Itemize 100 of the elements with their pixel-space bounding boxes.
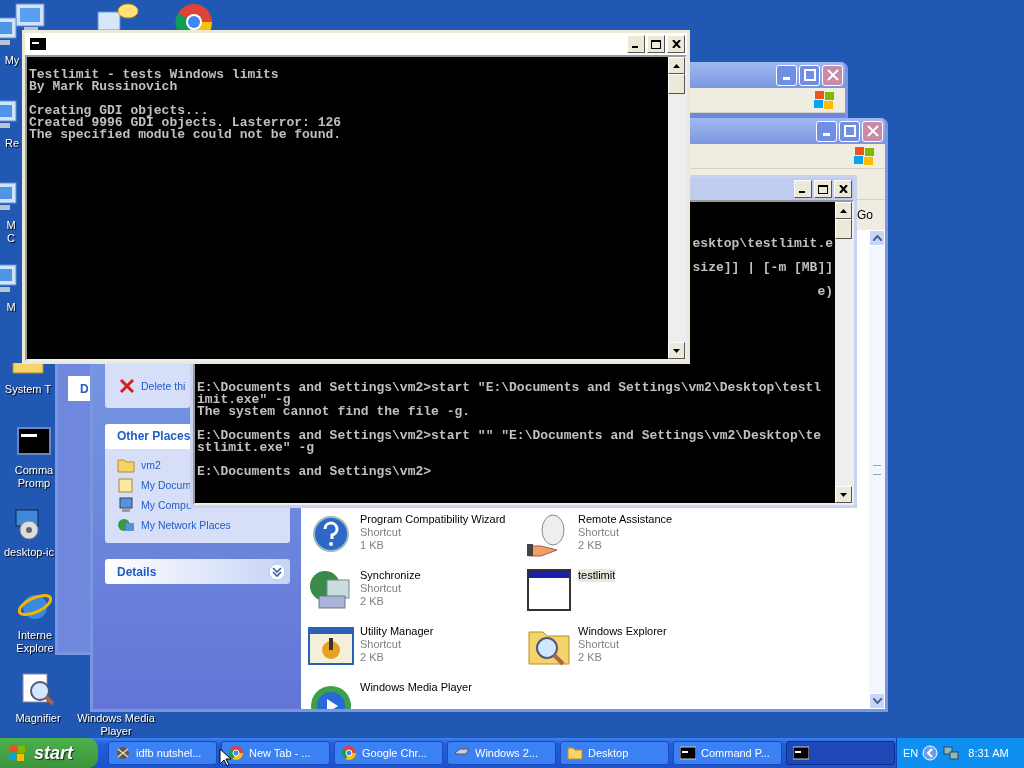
delete-x-icon <box>119 378 135 394</box>
chevron-left-icon[interactable] <box>922 745 939 761</box>
desktop-icon-label[interactable]: Comma Promp <box>14 464 54 490</box>
desktop-icon-label[interactable]: My <box>4 54 20 67</box>
scroll-up-button[interactable] <box>668 57 685 74</box>
file-size: 2 KB <box>578 651 603 664</box>
console-line: e) <box>817 286 833 298</box>
folder-icon <box>567 745 583 761</box>
magnifier-icon[interactable] <box>21 672 55 706</box>
chat-computer-icon[interactable] <box>96 2 140 32</box>
browser-icon <box>341 745 357 761</box>
console-icon[interactable] <box>17 424 51 458</box>
scroll-thumb[interactable] <box>835 219 852 239</box>
language-indicator[interactable]: EN <box>903 747 919 759</box>
console-icon <box>680 745 696 761</box>
mouse-cursor-icon <box>219 748 231 767</box>
details-header[interactable]: D <box>68 376 90 401</box>
computer-icon[interactable] <box>0 14 20 48</box>
file-size: 1 KB <box>360 539 385 552</box>
details-header[interactable]: Details <box>105 559 290 584</box>
file-name[interactable]: Remote Assistance <box>578 513 673 526</box>
maximize-icon <box>843 125 856 137</box>
taskbar-button[interactable] <box>786 741 895 765</box>
console-line: imit.exe" -g <box>197 394 291 406</box>
windows-logo-icon <box>8 744 28 762</box>
scrollbar[interactable] <box>835 202 852 503</box>
maximize-icon <box>651 39 661 49</box>
desktop-icon-label[interactable]: System T <box>4 383 52 396</box>
console-line: The specified module could not be found. <box>29 129 343 141</box>
scroll-down-button[interactable] <box>869 693 885 709</box>
scroll-up-button[interactable] <box>869 230 885 246</box>
details-title: Details <box>117 564 157 579</box>
scrollbar[interactable] <box>668 57 685 359</box>
window-icon[interactable] <box>525 566 573 614</box>
close-icon <box>671 40 681 48</box>
file-name[interactable]: Program Compatibility Wizard <box>360 513 506 526</box>
desktop-icon-label[interactable]: desktop-ic <box>3 546 55 559</box>
folder-icon <box>117 457 135 473</box>
place-link[interactable]: vm2 <box>141 459 161 471</box>
scroll-up-button[interactable] <box>835 202 852 219</box>
console-line: Testlimit - tests Windows limits <box>29 69 280 81</box>
down-arrow-icon <box>673 348 680 353</box>
taskbar-button[interactable]: idfb nutshel... <box>108 741 217 765</box>
taskbar-button[interactable]: New Tab - ... <box>221 741 330 765</box>
minimize-button[interactable] <box>627 35 645 53</box>
place-link[interactable]: My Network Places <box>141 519 231 531</box>
file-size: 2 KB <box>578 539 603 552</box>
close-icon <box>838 185 848 193</box>
close-icon <box>826 69 839 81</box>
file-type: Shortcut <box>578 638 620 651</box>
taskbar-button[interactable]: Desktop <box>560 741 669 765</box>
file-name[interactable]: Utility Manager <box>360 625 434 638</box>
scroll-down-button[interactable] <box>668 342 685 359</box>
task-link[interactable]: Delete thi <box>141 380 186 392</box>
scroll-grip[interactable] <box>873 464 881 475</box>
taskbar-button[interactable]: Google Chr... <box>334 741 443 765</box>
other-places-header[interactable]: Other Places <box>105 424 190 449</box>
console-icon <box>793 745 809 761</box>
console-line: The system cannot find the file -g. <box>197 406 472 418</box>
console-icon <box>30 38 46 50</box>
console-line: E:\Documents and Settings\vm2>start "E:\Documents and Settings\vm2\Desktop\testl <box>197 382 823 394</box>
close-button[interactable] <box>667 35 685 53</box>
scrollbar[interactable] <box>869 230 885 709</box>
maximize-icon <box>818 184 828 194</box>
maximize-icon <box>803 69 816 81</box>
console-line: Creating GDI objects... <box>29 105 209 117</box>
file-name[interactable]: Windows Explorer <box>578 625 667 638</box>
scroll-thumb[interactable] <box>668 74 685 94</box>
file-name[interactable]: Synchronize <box>360 569 421 582</box>
file-type: Shortcut <box>360 638 402 651</box>
file-name[interactable]: Windows Media Player <box>360 681 472 694</box>
desktop-icon-label[interactable]: M <box>6 301 16 314</box>
place-link[interactable]: My Docum <box>141 479 192 491</box>
taskbar-button[interactable]: Windows 2... <box>447 741 556 765</box>
file-type: Shortcut <box>360 526 402 539</box>
console-line: E:\Documents and Settings\vm2> <box>197 466 433 478</box>
desktop-icon-label[interactable]: Windows Media Player <box>77 712 155 738</box>
console-line: By Mark Russinovich <box>29 81 179 93</box>
desktop-icon-label[interactable]: M C <box>6 219 16 245</box>
go-button[interactable]: Go <box>857 208 873 222</box>
console-line: Created 9996 GDI objects. Lasterror: 126 <box>29 117 343 129</box>
minimize-icon <box>823 133 830 136</box>
clock[interactable]: 8:31 AM <box>968 747 1009 759</box>
browser-icon <box>228 745 244 761</box>
chevron-down-icon[interactable] <box>268 562 286 581</box>
file-size: 2 KB <box>360 595 385 608</box>
desktop-icon-label[interactable]: Interne Explore <box>16 629 54 655</box>
folder-icon[interactable] <box>11 363 45 377</box>
app-icon <box>115 745 131 761</box>
file-size: 2 KB <box>360 651 385 664</box>
up-arrow-icon <box>673 63 680 68</box>
desktop-icon-label[interactable]: Magnifier <box>15 712 61 725</box>
close-icon <box>866 125 879 137</box>
desktop-icon-label[interactable]: Re <box>4 137 20 150</box>
taskbar-button[interactable]: Command P... <box>673 741 782 765</box>
file-name[interactable]: testlimit <box>578 569 616 582</box>
scroll-down-button[interactable] <box>835 486 852 503</box>
console-line: stlimit.exe" -g <box>197 442 316 454</box>
maximize-button[interactable] <box>647 35 665 53</box>
down-arrow-icon <box>840 492 847 497</box>
